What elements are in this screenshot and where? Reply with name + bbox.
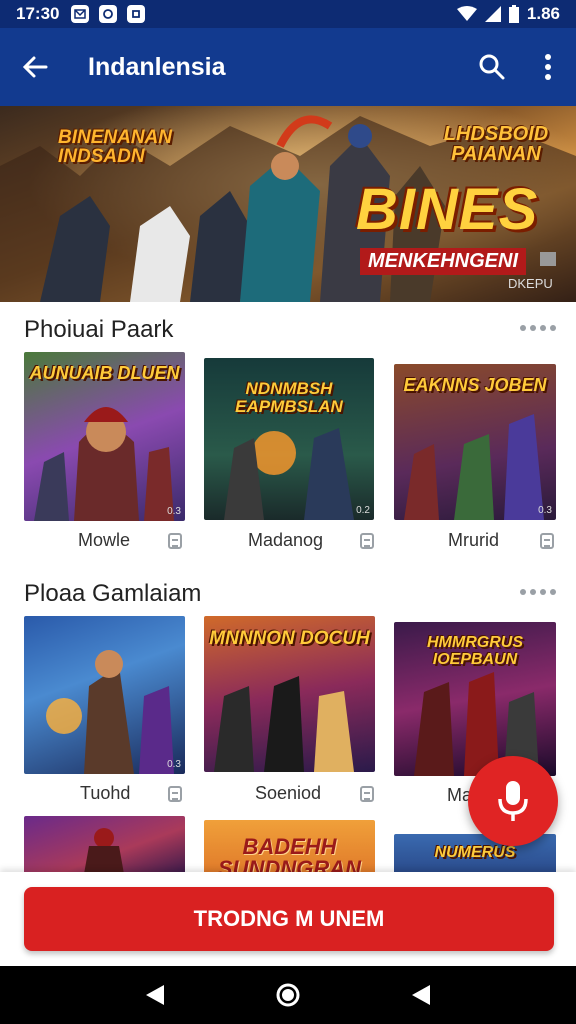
section-2-more-icon[interactable] [520,589,556,595]
game-caption-1: Mowle [78,530,131,550]
page-title: Indanlensia [88,52,226,81]
wifi-icon [456,6,477,21]
game-caption-3: Mrurid [448,530,500,550]
more-options-button[interactable] [520,28,576,106]
main-action-button[interactable]: TRODNG M UNEM [24,887,554,951]
game-thumb-1[interactable]: AUNUAIB DLUEN 0.3 [24,352,185,521]
triangle-recents-icon[interactable] [410,983,432,1007]
thumb-title-6: HMMRGRUS IOEPBAUN [427,634,523,668]
triangle-back-icon[interactable] [144,983,166,1007]
download-icon[interactable] [360,786,374,802]
back-button[interactable] [0,28,70,106]
more-vert-icon [545,54,551,80]
thumb-title-5: MNNNON DOCUH [209,628,370,649]
game-caption-5: Soeniod [255,783,322,803]
download-icon[interactable] [168,786,182,802]
thumb-badge-1: 0.3 [167,506,181,517]
banner-main-title: BINES [356,177,539,242]
signal-icon [484,6,501,22]
game-caption-4: Tuohd [80,783,131,803]
thumb-badge-2: 0.2 [356,505,370,516]
battery-icon [508,5,519,23]
thumb-art-4 [46,650,174,774]
game-thumb-3[interactable]: EAKNNS JOBEN 0.3 [394,364,556,520]
banner-tag: DKEPU [508,276,553,291]
mail-icon [71,5,90,23]
app-bar: Indanlensia [0,28,576,106]
search-icon [479,54,505,80]
game-thumb-4[interactable]: 0.3 [24,616,185,774]
section-title-2: Ploaa Gamlaiam [24,580,202,607]
game-thumb-8[interactable]: BADEHH SUNDNGRAN [204,820,375,874]
banner-right-title: LHDSBOID PAIANAN [443,123,549,165]
thumb-title-1: AUNUAIB DLUEN [29,363,180,383]
download-icon[interactable] [360,533,374,549]
banner-subtitle: MENKEHNGENI [360,248,527,275]
banner-square [540,252,556,266]
game-thumb-7[interactable] [24,816,185,874]
microphone-icon [498,781,528,821]
circle-home-icon[interactable] [275,982,301,1008]
game-caption-2: Madanog [248,530,324,550]
game-thumb-2[interactable]: NDNMBSH EAPMBSLAN 0.2 [204,358,374,520]
thumb-title-3: EAKNNS JOBEN [403,375,547,395]
thumb-badge-4: 0.3 [167,759,181,770]
game-thumb-6[interactable]: HMMRGRUS IOEPBAUN [394,622,556,776]
featured-banner[interactable]: BINENANAN INDSADN LHDSBOID PAIANAN BINES… [0,106,576,302]
app-notification-icon [127,5,146,23]
banner-left-title: BINENANAN INDSADN [58,127,172,167]
thumb-title-9: NUMERUS [434,844,516,861]
system-nav-bar [0,966,576,1024]
status-bar: 17:30 1.86 [0,0,576,28]
search-button[interactable] [464,28,520,106]
game-thumb-5[interactable]: MNNNON DOCUH [204,616,375,772]
arrow-left-icon [22,56,48,78]
status-time: 17:30 [16,4,60,23]
download-icon[interactable] [540,533,554,549]
thumb-title-2: NDNMBSH EAPMBSLAN [235,379,343,416]
thumb-title-8: BADEHH SUNDNGRAN [218,834,361,875]
voice-search-fab[interactable] [468,756,558,846]
thumb-badge-3: 0.3 [538,505,552,516]
download-icon[interactable] [168,533,182,549]
battery-text: 1.86 [526,4,560,23]
status-right: 1.86 [456,4,560,24]
chat-icon [99,5,118,23]
section-title-1: Phoiuai Paark [24,316,174,343]
section-1-more-icon[interactable] [520,325,556,331]
thumb-art-7 [84,828,124,874]
